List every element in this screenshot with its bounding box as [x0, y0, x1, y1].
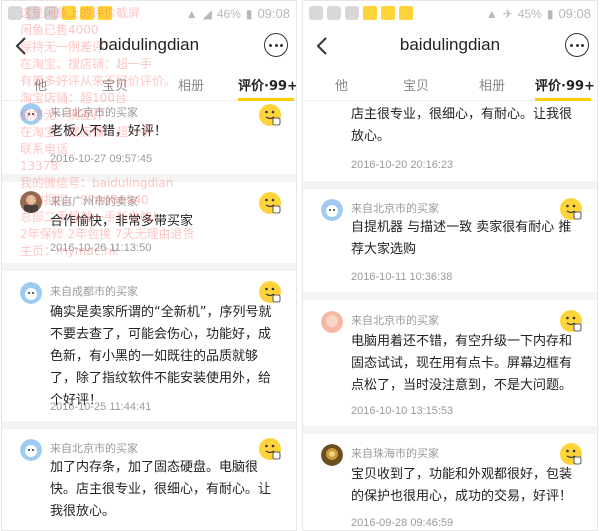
active-tab-indicator: [238, 98, 294, 101]
status-bar: ▲ ◢ 46% ▮ 09:08: [2, 1, 296, 27]
review-text: 电脑用着还不错，有空升级一下内存和固态试试，现在用有点卡。屏幕边框有点松了，当时…: [351, 334, 573, 393]
shop-name: baidulingdian: [98, 35, 200, 54]
thumbs-up-smiley-icon[interactable]: [258, 280, 282, 304]
buyer-avatar: [20, 282, 42, 304]
thumbs-up-smiley-icon[interactable]: [559, 309, 583, 333]
battery-percent: 46%: [216, 6, 241, 21]
review-source: 来自北京市的买家: [50, 106, 138, 119]
status-bar: ▲ ✈ 45% ▮ 09:08: [303, 1, 597, 27]
tab-items[interactable]: 宝贝: [403, 75, 429, 94]
divider: [2, 421, 296, 429]
tab-items[interactable]: 宝贝: [102, 75, 128, 94]
review-text: 老板人不错，好评！: [50, 124, 168, 139]
signal-icon: ◢: [202, 6, 212, 21]
divider: [303, 426, 597, 434]
tab-he[interactable]: 他: [34, 75, 47, 94]
xianyu-notification-icon: [80, 6, 94, 20]
review-source: 来自北京市的买家: [351, 202, 439, 215]
review-date: 2016-10-20 20:16:23: [351, 159, 454, 171]
notification-icon: [327, 6, 341, 20]
divider: [2, 174, 296, 182]
buyer-avatar: [321, 311, 343, 333]
tab-album[interactable]: 相册: [479, 75, 505, 94]
clock: 09:08: [558, 6, 591, 21]
xianyu-notification-icon: [363, 6, 377, 20]
xianyu-notification-icon: [381, 6, 395, 20]
wifi-icon: ▲: [485, 6, 498, 21]
clock: 09:08: [257, 6, 290, 21]
review-date: 2016-10-11 10:36:38: [351, 271, 453, 283]
review-source: 来自北京市的买家: [50, 442, 138, 455]
review-date: 2016-10-25 11:44:41: [50, 401, 152, 413]
shop-name: baidulingdian: [399, 35, 501, 54]
wechat-notification-icon: [309, 6, 323, 20]
more-menu-icon: [581, 44, 584, 47]
xianyu-notification-icon: [98, 6, 112, 20]
battery-icon: ▮: [245, 6, 253, 21]
divider: [2, 263, 296, 271]
notification-icon: [26, 6, 40, 20]
review-source: 来自珠海市的买家: [351, 447, 439, 460]
review-date: 2016-10-26 11:13:50: [50, 242, 152, 254]
review-text: 加了内存条，加了固态硬盘。电脑很快。店主很专业，很细心，有耐心。让我很放心。: [50, 460, 272, 519]
more-menu-button[interactable]: [565, 33, 589, 57]
left-screenshot: ▲ ◢ 46% ▮ 09:08 baidulingdian 他 宝贝 相册 评价…: [1, 0, 297, 531]
review-text: 自提机器 与描述一致 卖家很有耐心 推荐大家选购: [351, 220, 572, 257]
settings-notification-icon: [345, 6, 359, 20]
battery-icon: ▮: [546, 6, 554, 21]
settings-notification-icon: [44, 6, 58, 20]
more-menu-icon: [274, 44, 278, 47]
profile-tabs: 他 宝贝 相册 评价·99+: [303, 69, 597, 101]
review-source: 来自北京市的买家: [351, 314, 439, 327]
profile-tabs: 他 宝贝 相册 评价·99+: [2, 69, 296, 101]
review-text: 确实是卖家所谓的“全新机”，序列号就不要去查了，可能会伤心，功能好，成色新，有小…: [50, 305, 272, 408]
tab-reviews[interactable]: 评价·99+: [238, 75, 296, 94]
more-menu-button[interactable]: [264, 33, 288, 57]
tab-reviews[interactable]: 评价·99+: [535, 75, 595, 94]
tab-album[interactable]: 相册: [178, 75, 204, 94]
tab-he[interactable]: 他: [335, 75, 348, 94]
more-menu-icon: [570, 44, 573, 47]
buyer-avatar: [321, 199, 343, 221]
divider: [303, 181, 597, 189]
review-text: 宝贝收到了，功能和外观都很好，包装的保护也很用心，成功的交易，好评！: [351, 467, 573, 504]
review-text: 店主很专业，很细心，有耐心。让我很放心。: [351, 107, 573, 144]
review-date: 2016-10-27 09:57:45: [50, 153, 153, 165]
navigation-bar: baidulingdian: [2, 27, 296, 69]
review-date: 2016-09-28 09:46:59: [351, 517, 454, 529]
buyer-avatar: [321, 444, 343, 466]
right-screenshot: ▲ ✈ 45% ▮ 09:08 baidulingdian 他 宝贝 相册 评价…: [302, 0, 598, 531]
xianyu-notification-icon: [399, 6, 413, 20]
active-tab-indicator: [535, 98, 591, 101]
more-menu-icon: [280, 44, 283, 47]
more-menu-icon: [575, 44, 579, 47]
navigation-bar: baidulingdian: [303, 27, 597, 69]
review-text: 合作愉快，非常多带买家: [50, 214, 194, 229]
seller-avatar: [20, 191, 42, 213]
xianyu-notification-icon: [62, 6, 76, 20]
wechat-notification-icon: [8, 6, 22, 20]
divider: [303, 292, 597, 300]
thumbs-up-smiley-icon[interactable]: [559, 442, 583, 466]
review-source: 来自广州市的卖家: [50, 195, 138, 208]
review-source: 来自成都市的买家: [50, 285, 138, 298]
review-date: 2016-10-10 13:15:53: [351, 405, 454, 417]
airplane-mode-icon: ✈: [502, 6, 513, 21]
buyer-avatar: [20, 439, 42, 461]
buyer-avatar: [20, 103, 42, 125]
wifi-icon: ▲: [185, 6, 198, 21]
battery-percent: 45%: [517, 6, 542, 21]
more-menu-icon: [269, 44, 272, 47]
